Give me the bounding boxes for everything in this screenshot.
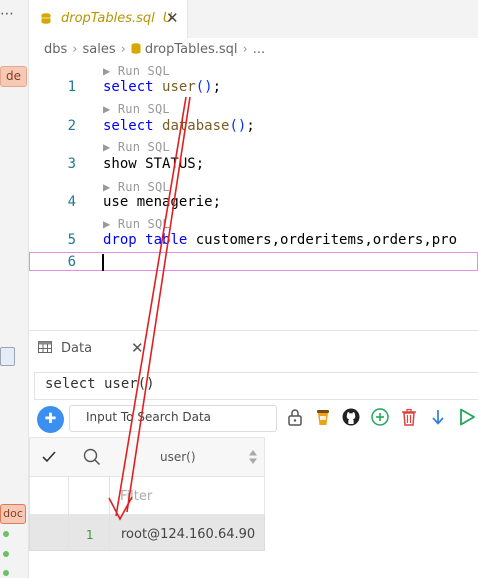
annotation-arrows	[108, 96, 191, 521]
